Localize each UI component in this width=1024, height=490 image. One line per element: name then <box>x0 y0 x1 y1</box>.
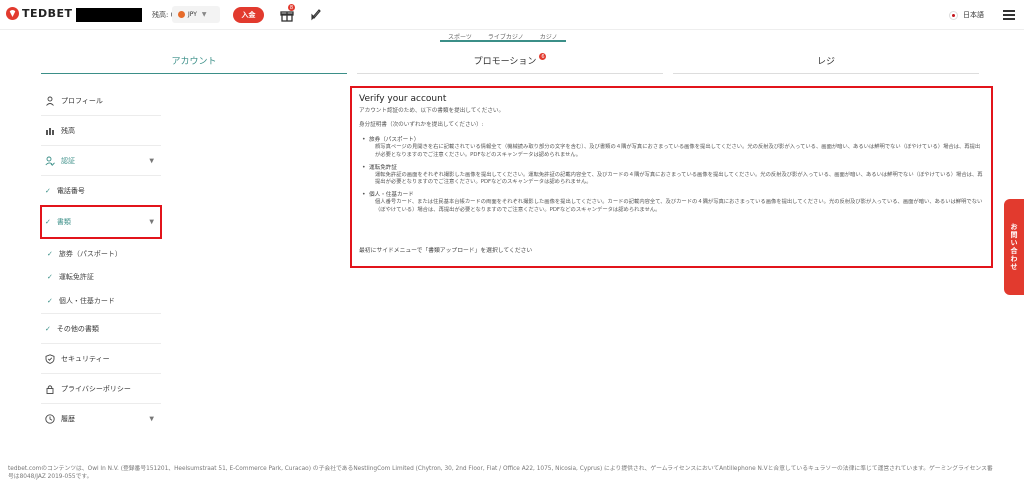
jpy-coin-icon <box>178 11 185 18</box>
list-item: 個人・住基カード 個人番号カード、または住民基本台帳カードの両面をそれぞれ撮影し… <box>362 191 984 214</box>
rocket-icon[interactable] <box>309 7 323 21</box>
sidebar-item-profile[interactable]: プロフィール <box>41 86 161 116</box>
sidebar-item-security[interactable]: セキュリティー <box>41 344 161 374</box>
currency-selector[interactable]: JPY ▼ <box>172 6 220 23</box>
sidebar-item-label: 書類 <box>56 217 71 226</box>
contact-tab-label: お問い合わせ <box>1010 223 1018 271</box>
user-icon <box>46 96 54 106</box>
check-icon: ✓ <box>45 217 51 226</box>
sidebar-item-passport[interactable]: ✓ 旅券（パスポート） <box>41 242 161 265</box>
id-proof-heading: 身分証明書（次のいずれかを提出してください）: <box>359 121 484 128</box>
sidebar-item-label: 認証 <box>61 156 75 165</box>
list-item: 運転免許証 運転免許証の画面をそれぞれ撮影した画像を提出してください。運転免許証… <box>362 164 984 187</box>
sidebar-item-label: 運転免許証 <box>58 272 94 281</box>
sidebar-item-label: 個人・住基カード <box>58 296 115 305</box>
language-selector[interactable]: 日本語 <box>949 10 984 20</box>
sidebar-item-label: 電話番号 <box>56 186 85 195</box>
doc-desc: 運転免許証の画面をそれぞれ撮影した画像を提出してください。運転免許証の記載内容全… <box>375 171 983 186</box>
list-item: 旅券（パスポート） 顔写真ページの見開きを右に記載されている情報全て（機械読み取… <box>362 136 984 159</box>
logo-text: TEDBET <box>22 7 73 20</box>
tab-live-casino[interactable]: ライブカジノ <box>479 30 532 42</box>
menu-icon[interactable] <box>1003 10 1015 20</box>
product-tabs: スポーツ ライブカジノ カジノ <box>440 30 566 42</box>
chevron-down-icon: ▼ <box>149 218 154 225</box>
tab-promotion-label: プロモーション <box>473 57 537 67</box>
sidebar-item-label: 残高 <box>61 126 75 135</box>
sidebar-item-personal-card[interactable]: ✓ 個人・住基カード <box>41 288 161 314</box>
japan-flag-icon <box>949 10 958 20</box>
gift-count-badge: 8 <box>288 4 295 11</box>
check-icon: ✓ <box>45 324 51 333</box>
tab-account-label: アカウント <box>171 57 217 67</box>
sidebar-item-label: プライバシーポリシー <box>61 384 131 393</box>
top-header: TEDBET 残高: 0 JPY ▼ 入金 8 日本語 <box>0 0 1024 30</box>
sidebar-item-label: 旅券（パスポート） <box>58 249 122 258</box>
chevron-down-icon: ▼ <box>201 11 207 18</box>
sidebar-item-label: その他の書類 <box>56 324 99 333</box>
sidebar-item-phone[interactable]: ✓ 電話番号 <box>41 176 161 206</box>
verify-title: Verify your account <box>359 94 447 104</box>
doc-desc: 顔写真ページの見開きを右に記載されている情報全て（機械読み取り部分の文字を含む）… <box>375 144 981 158</box>
tab-casino[interactable]: カジノ <box>531 30 566 42</box>
contact-tab[interactable]: お問い合わせ <box>1004 199 1024 295</box>
bank-icon <box>46 127 54 135</box>
sidebar-item-other-docs[interactable]: ✓ その他の書類 <box>41 314 161 344</box>
sidebar-item-label: セキュリティー <box>61 354 110 363</box>
tedbet-logo[interactable]: TEDBET <box>6 7 73 20</box>
redacted-username <box>76 8 142 22</box>
verify-intro: アカウント認証のため、以下の書類を提出してください。 <box>359 108 505 114</box>
verified-user-icon <box>45 156 55 166</box>
doc-desc: 個人番号カード、または住民基本台帳カードの両面をそれぞれ撮影した画像を提出してく… <box>375 199 983 213</box>
tab-register[interactable]: レジ <box>673 48 979 74</box>
document-list: 旅券（パスポート） 顔写真ページの見開きを右に記載されている情報全て（機械読み取… <box>359 136 984 214</box>
chevron-down-icon: ▼ <box>149 415 154 423</box>
sidebar-item-label: プロフィール <box>61 96 103 105</box>
sidebar-item-license[interactable]: ✓ 運転免許証 <box>41 265 161 288</box>
logo-mark-icon <box>6 7 19 20</box>
tab-promotion[interactable]: プロモーション 6 <box>357 48 663 74</box>
sidebar-item-history[interactable]: 履歴 ▼ <box>41 404 161 434</box>
verify-account-panel: Verify your account アカウント認証のため、以下の書類を提出し… <box>350 86 993 268</box>
doc-name: 運転免許証 <box>369 164 397 171</box>
verify-instruction: 最初にサイドメニューで「書類アップロード」を選択してください <box>359 248 533 254</box>
sidebar-item-balance[interactable]: 残高 <box>41 116 161 146</box>
language-label: 日本語 <box>963 11 984 19</box>
deposit-button[interactable]: 入金 <box>233 7 264 23</box>
promotion-count-badge: 6 <box>539 53 547 60</box>
tab-register-label: レジ <box>816 57 835 67</box>
lock-icon <box>46 384 54 394</box>
check-icon: ✓ <box>47 296 53 305</box>
sidebar-item-label: 履歴 <box>61 415 75 423</box>
account-sidebar: プロフィール 残高 認証 ▼ ✓ 電話番号 ✓ 書類 ▼ ✓ 旅券（パスポート）… <box>40 86 162 434</box>
sidebar-item-documents[interactable]: ✓ 書類 ▼ <box>40 205 162 239</box>
sidebar-item-verification[interactable]: 認証 ▼ <box>41 146 161 176</box>
clock-icon <box>45 414 55 424</box>
check-icon: ✓ <box>47 249 53 258</box>
footer-legal-text: tedbet.comのコンテンツは、Owl In N.V. (登録番号15120… <box>8 466 993 481</box>
currency-label: JPY <box>188 11 197 18</box>
check-icon: ✓ <box>47 272 53 281</box>
tab-sports[interactable]: スポーツ <box>440 30 480 42</box>
sidebar-item-privacy[interactable]: プライバシーポリシー <box>41 374 161 404</box>
check-icon: ✓ <box>45 186 51 195</box>
shield-icon <box>45 353 55 364</box>
tab-account[interactable]: アカウント <box>41 48 347 74</box>
chevron-down-icon: ▼ <box>149 157 154 164</box>
